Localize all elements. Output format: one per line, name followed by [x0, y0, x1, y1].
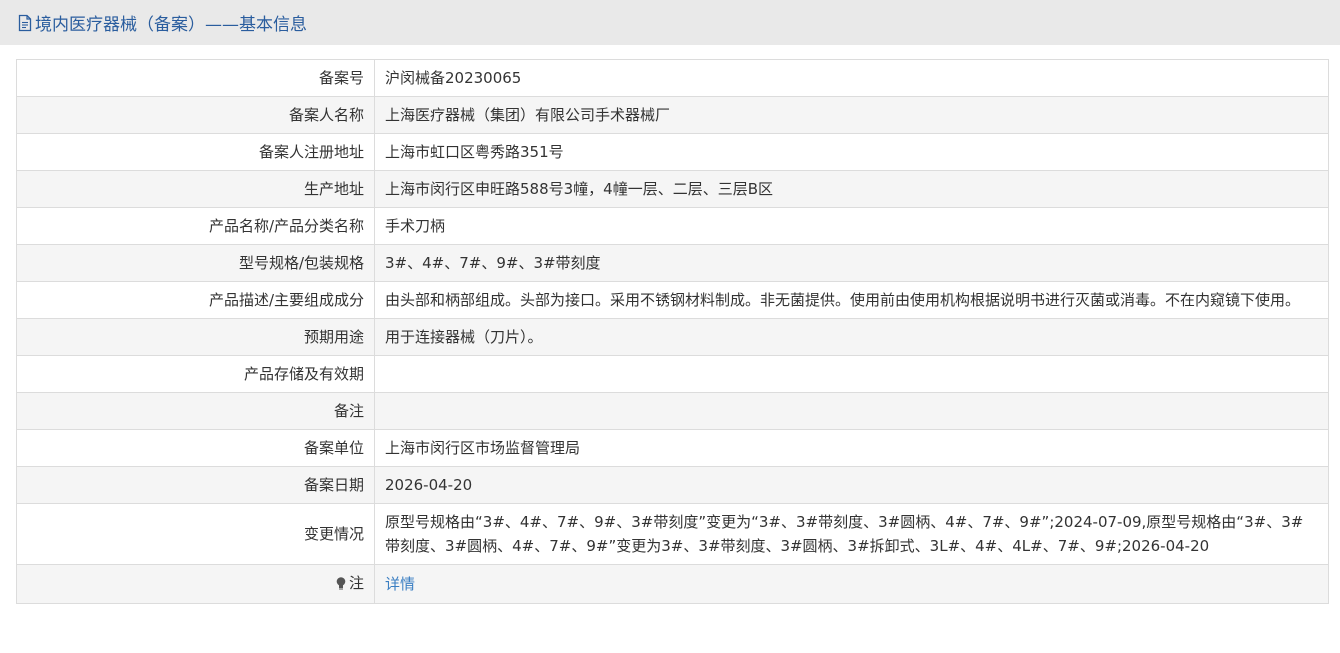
- field-label-production-address: 生产地址: [16, 170, 375, 208]
- table-row: 产品描述/主要组成成分 由头部和柄部组成。头部为接口。采用不锈钢材料制成。非无菌…: [16, 281, 1329, 319]
- table-row: 备案人注册地址 上海市虹口区粤秀路351号: [16, 133, 1329, 171]
- field-label-product-description: 产品描述/主要组成成分: [16, 281, 375, 319]
- details-link[interactable]: 详情: [385, 575, 415, 593]
- table-row: 型号规格/包装规格 3#、4#、7#、9#、3#带刻度: [16, 244, 1329, 282]
- field-label-change-history: 变更情况: [16, 503, 375, 565]
- table-row: 变更情况 原型号规格由“3#、4#、7#、9#、3#带刻度”变更为“3#、3#带…: [16, 503, 1329, 565]
- lightbulb-icon: [335, 576, 347, 590]
- note-value-cell: 详情: [374, 564, 1329, 604]
- field-value-filer-name: 上海医疗器械（集团）有限公司手术器械厂: [374, 96, 1329, 134]
- field-label-registered-address: 备案人注册地址: [16, 133, 375, 171]
- field-value-product-description: 由头部和柄部组成。头部为接口。采用不锈钢材料制成。非无菌提供。使用前由使用机构根…: [374, 281, 1329, 319]
- table-row: 备案人名称 上海医疗器械（集团）有限公司手术器械厂: [16, 96, 1329, 134]
- field-label-filing-number: 备案号: [16, 59, 375, 97]
- document-icon: [17, 14, 33, 32]
- field-value-storage-validity: [374, 355, 1329, 393]
- table-row: 预期用途 用于连接器械（刀片）。: [16, 318, 1329, 356]
- field-label-filing-authority: 备案单位: [16, 429, 375, 467]
- field-value-registered-address: 上海市虹口区粤秀路351号: [374, 133, 1329, 171]
- field-value-intended-use: 用于连接器械（刀片）。: [374, 318, 1329, 356]
- page-header: 境内医疗器械（备案）——基本信息: [0, 0, 1340, 45]
- note-label-text: 注: [348, 574, 364, 592]
- info-table-container: 备案号 沪闵械备20230065 备案人名称 上海医疗器械（集团）有限公司手术器…: [16, 59, 1329, 604]
- page-title-text: 境内医疗器械（备案）——基本信息: [35, 15, 307, 35]
- field-value-change-history: 原型号规格由“3#、4#、7#、9#、3#带刻度”变更为“3#、3#带刻度、3#…: [374, 503, 1329, 565]
- table-row: 备注: [16, 392, 1329, 430]
- field-label-product-name: 产品名称/产品分类名称: [16, 207, 375, 245]
- field-label-remarks: 备注: [16, 392, 375, 430]
- table-row: 产品存储及有效期: [16, 355, 1329, 393]
- table-row: 注 详情: [16, 564, 1329, 604]
- field-value-product-name: 手术刀柄: [374, 207, 1329, 245]
- field-value-model-spec: 3#、4#、7#、9#、3#带刻度: [374, 244, 1329, 282]
- field-value-filing-authority: 上海市闵行区市场监督管理局: [374, 429, 1329, 467]
- field-label-filing-date: 备案日期: [16, 466, 375, 504]
- page-title: 境内医疗器械（备案）——基本信息: [17, 10, 307, 35]
- table-row: 备案单位 上海市闵行区市场监督管理局: [16, 429, 1329, 467]
- note-label-cell: 注: [16, 564, 375, 604]
- field-value-filing-date: 2026-04-20: [374, 466, 1329, 504]
- table-row: 备案日期 2026-04-20: [16, 466, 1329, 504]
- field-value-filing-number: 沪闵械备20230065: [374, 59, 1329, 97]
- table-row: 产品名称/产品分类名称 手术刀柄: [16, 207, 1329, 245]
- note-label: 注: [335, 571, 364, 595]
- info-table: 备案号 沪闵械备20230065 备案人名称 上海医疗器械（集团）有限公司手术器…: [16, 59, 1329, 604]
- table-row: 生产地址 上海市闵行区申旺路588号3幢，4幢一层、二层、三层B区: [16, 170, 1329, 208]
- field-value-remarks: [374, 392, 1329, 430]
- field-label-model-spec: 型号规格/包装规格: [16, 244, 375, 282]
- field-label-intended-use: 预期用途: [16, 318, 375, 356]
- field-label-storage-validity: 产品存储及有效期: [16, 355, 375, 393]
- table-row: 备案号 沪闵械备20230065: [16, 59, 1329, 97]
- field-label-filer-name: 备案人名称: [16, 96, 375, 134]
- field-value-production-address: 上海市闵行区申旺路588号3幢，4幢一层、二层、三层B区: [374, 170, 1329, 208]
